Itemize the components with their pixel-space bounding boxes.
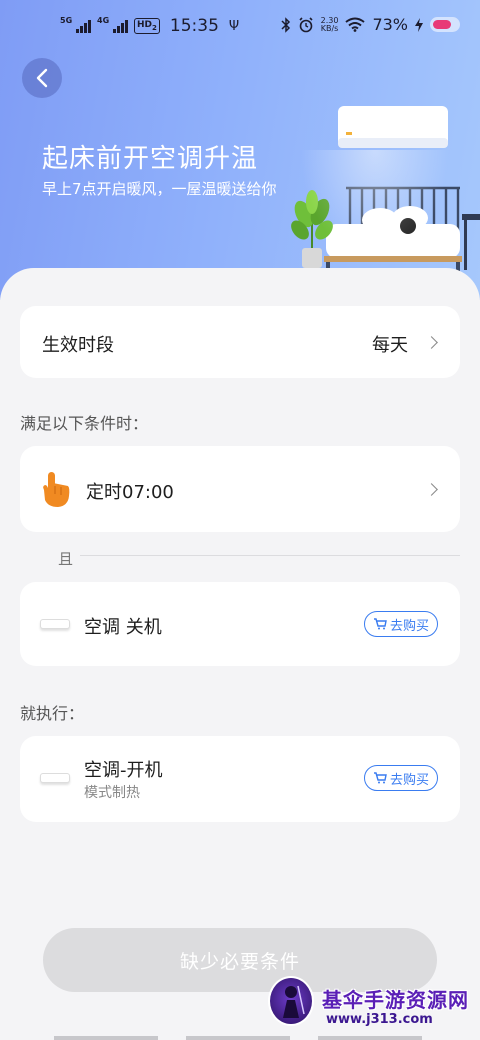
battery-icon (430, 17, 460, 32)
watermark-logo (268, 976, 314, 1026)
actions-header: 就执行： (20, 704, 85, 723)
schedule-value: 每天 (372, 335, 408, 356)
charging-icon (415, 17, 423, 32)
watermark-title: 基伞手游资源网 (322, 988, 469, 1012)
nav-bar-segment (186, 1036, 290, 1040)
page-title: 起床前开空调升温 (42, 144, 259, 174)
page-subtitle: 早上7点开启暖风，一屋温暖送给你 (42, 180, 277, 198)
hand-tap-icon (43, 472, 70, 507)
watermark-url: www.j313.com (326, 1012, 433, 1027)
nav-bar-segment (54, 1036, 158, 1040)
signal-4g-icon: 4G (97, 16, 128, 33)
nav-bar-segment (318, 1036, 422, 1040)
status-time: 15:35 (169, 16, 219, 36)
bluetooth-icon (281, 16, 290, 33)
air-conditioner-icon (40, 619, 70, 629)
device-condition-label: 空调 关机 (84, 617, 162, 638)
device-action-mode: 模式制热 (84, 785, 140, 801)
timer-condition-row[interactable]: 定时07:00 (20, 446, 460, 532)
bed-illustration (324, 186, 462, 272)
cart-icon (373, 772, 387, 784)
device-condition-row: 空调 关机 去购买 (20, 582, 460, 666)
plant-illustration (291, 190, 333, 268)
device-action-label: 空调-开机 (84, 760, 163, 781)
cart-icon (373, 618, 387, 630)
hd-voice-icon: HD2 (134, 17, 160, 35)
air-conditioner-illustration (338, 106, 448, 148)
and-label: 且 (58, 550, 74, 568)
signal-5g-icon: 5G (60, 16, 91, 33)
buy-button[interactable]: 去购买 (364, 611, 438, 637)
and-divider (80, 555, 460, 556)
back-button[interactable] (22, 58, 62, 98)
chevron-left-icon (36, 68, 48, 88)
timer-label: 定时07:00 (86, 482, 174, 503)
watermark: 基伞手游资源网 www.j313.com (266, 976, 476, 1032)
schedule-row[interactable]: 生效时段 每天 (20, 306, 460, 378)
battery-percent: 73% (372, 15, 408, 34)
chevron-right-icon (425, 483, 438, 496)
alarm-icon (299, 16, 313, 32)
wifi-icon (345, 17, 366, 32)
air-conditioner-icon (40, 773, 70, 783)
conditions-header: 满足以下条件时： (20, 414, 149, 433)
side-table-illustration (462, 214, 480, 270)
status-bar: 5G 4G HD2 15:35 Ψ 2.30 KB/s 73% (0, 0, 480, 52)
usb-icon: Ψ (228, 18, 240, 34)
schedule-label: 生效时段 (42, 335, 114, 356)
chevron-right-icon (425, 336, 438, 349)
network-speed: 2.30 KB/s (320, 15, 339, 33)
buy-button[interactable]: 去购买 (364, 765, 438, 791)
device-action-row: 空调-开机 模式制热 去购买 (20, 736, 460, 822)
